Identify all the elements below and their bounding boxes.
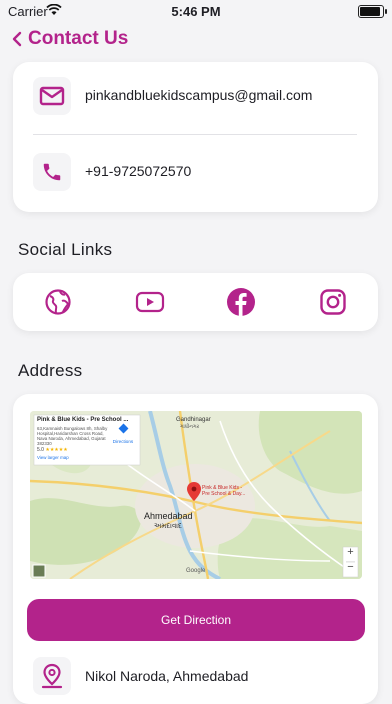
get-direction-button[interactable]: Get Direction: [27, 599, 365, 641]
back-chevron-icon[interactable]: [8, 28, 26, 50]
location-text: Nikol Naroda, Ahmedabad: [85, 668, 249, 684]
map-directions-link[interactable]: Directions: [110, 419, 136, 444]
map-directions-label: Directions: [112, 439, 134, 444]
map-marker-label-2: Pre School & Day...: [202, 491, 246, 497]
address-card: Pink & Blue Kids - Pre School ... 63,Kam…: [13, 394, 378, 704]
map-google-logo: Google: [186, 568, 206, 574]
map-larger-link[interactable]: View larger map: [37, 455, 69, 460]
phone-icon: [33, 153, 71, 191]
page-title: Contact Us: [28, 28, 129, 49]
directions-icon: [118, 423, 128, 434]
map-zoom-out[interactable]: −: [343, 561, 358, 573]
mail-icon: [33, 77, 71, 115]
social-links-heading: Social Links: [18, 240, 113, 259]
divider: [33, 134, 357, 135]
status-bar: Carrier 5:46 PM: [0, 0, 392, 22]
social-links-card: [13, 273, 378, 331]
battery-icon: [358, 5, 387, 18]
map-city-label: Ahmedabad: [144, 511, 193, 521]
email-text: pinkandbluekidscampus@gmail.com: [85, 87, 313, 103]
location-row: Nikol Naroda, Ahmedabad: [33, 657, 363, 697]
map-gandhinagar-label-gu: ગાંધીનગર: [180, 424, 200, 430]
map-place-address-4: 382330: [37, 441, 52, 446]
facebook-icon[interactable]: [226, 287, 256, 317]
address-heading: Address: [18, 361, 83, 380]
youtube-icon[interactable]: [135, 287, 165, 317]
nav-bar: Contact Us: [0, 24, 392, 54]
email-row[interactable]: pinkandbluekidscampus@gmail.com: [33, 77, 363, 117]
map-rating-value: 5.0: [37, 447, 44, 453]
location-pin-icon: [33, 657, 71, 695]
map-zoom-in[interactable]: +: [343, 546, 358, 558]
map-rating-stars: ★★★★★: [45, 447, 68, 453]
map-gandhinagar-label: Gandhinagar: [176, 417, 211, 423]
clock: 5:46 PM: [171, 4, 221, 19]
phone-text: +91-9725072570: [85, 163, 192, 179]
map-city-label-gu: અમદાવાદ: [154, 523, 182, 530]
globe-icon[interactable]: [43, 287, 73, 317]
map-rating: 5.0 ★★★★★: [37, 447, 68, 453]
instagram-icon[interactable]: [318, 287, 348, 317]
contact-card: pinkandbluekidscampus@gmail.com +91-9725…: [13, 62, 378, 212]
embedded-map[interactable]: Pink & Blue Kids - Pre School ... 63,Kam…: [30, 411, 362, 579]
phone-row[interactable]: +91-9725072570: [33, 153, 363, 193]
